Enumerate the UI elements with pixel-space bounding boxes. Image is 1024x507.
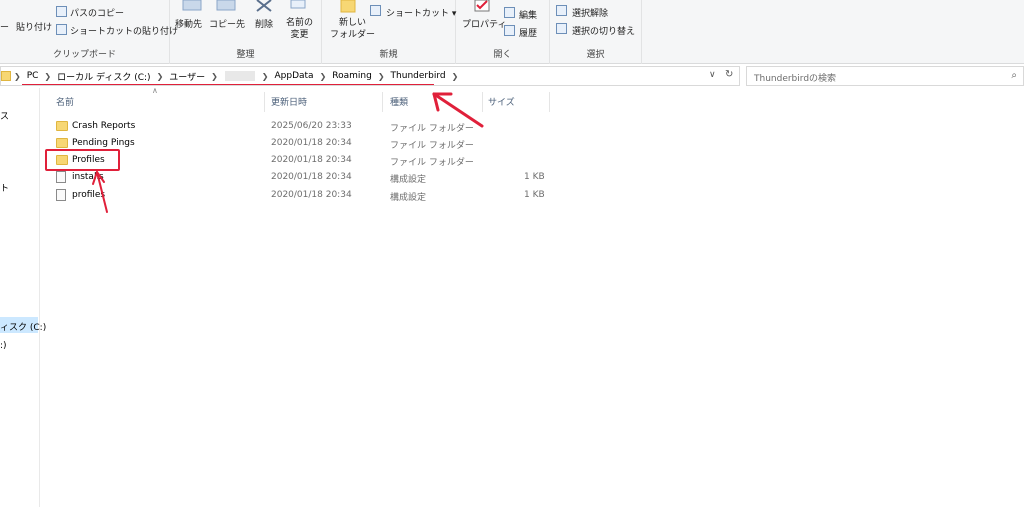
red-arrows-annotation bbox=[92, 92, 484, 213]
arrow-to-thunderbird bbox=[432, 92, 484, 128]
arrow-to-profiles bbox=[92, 171, 108, 213]
